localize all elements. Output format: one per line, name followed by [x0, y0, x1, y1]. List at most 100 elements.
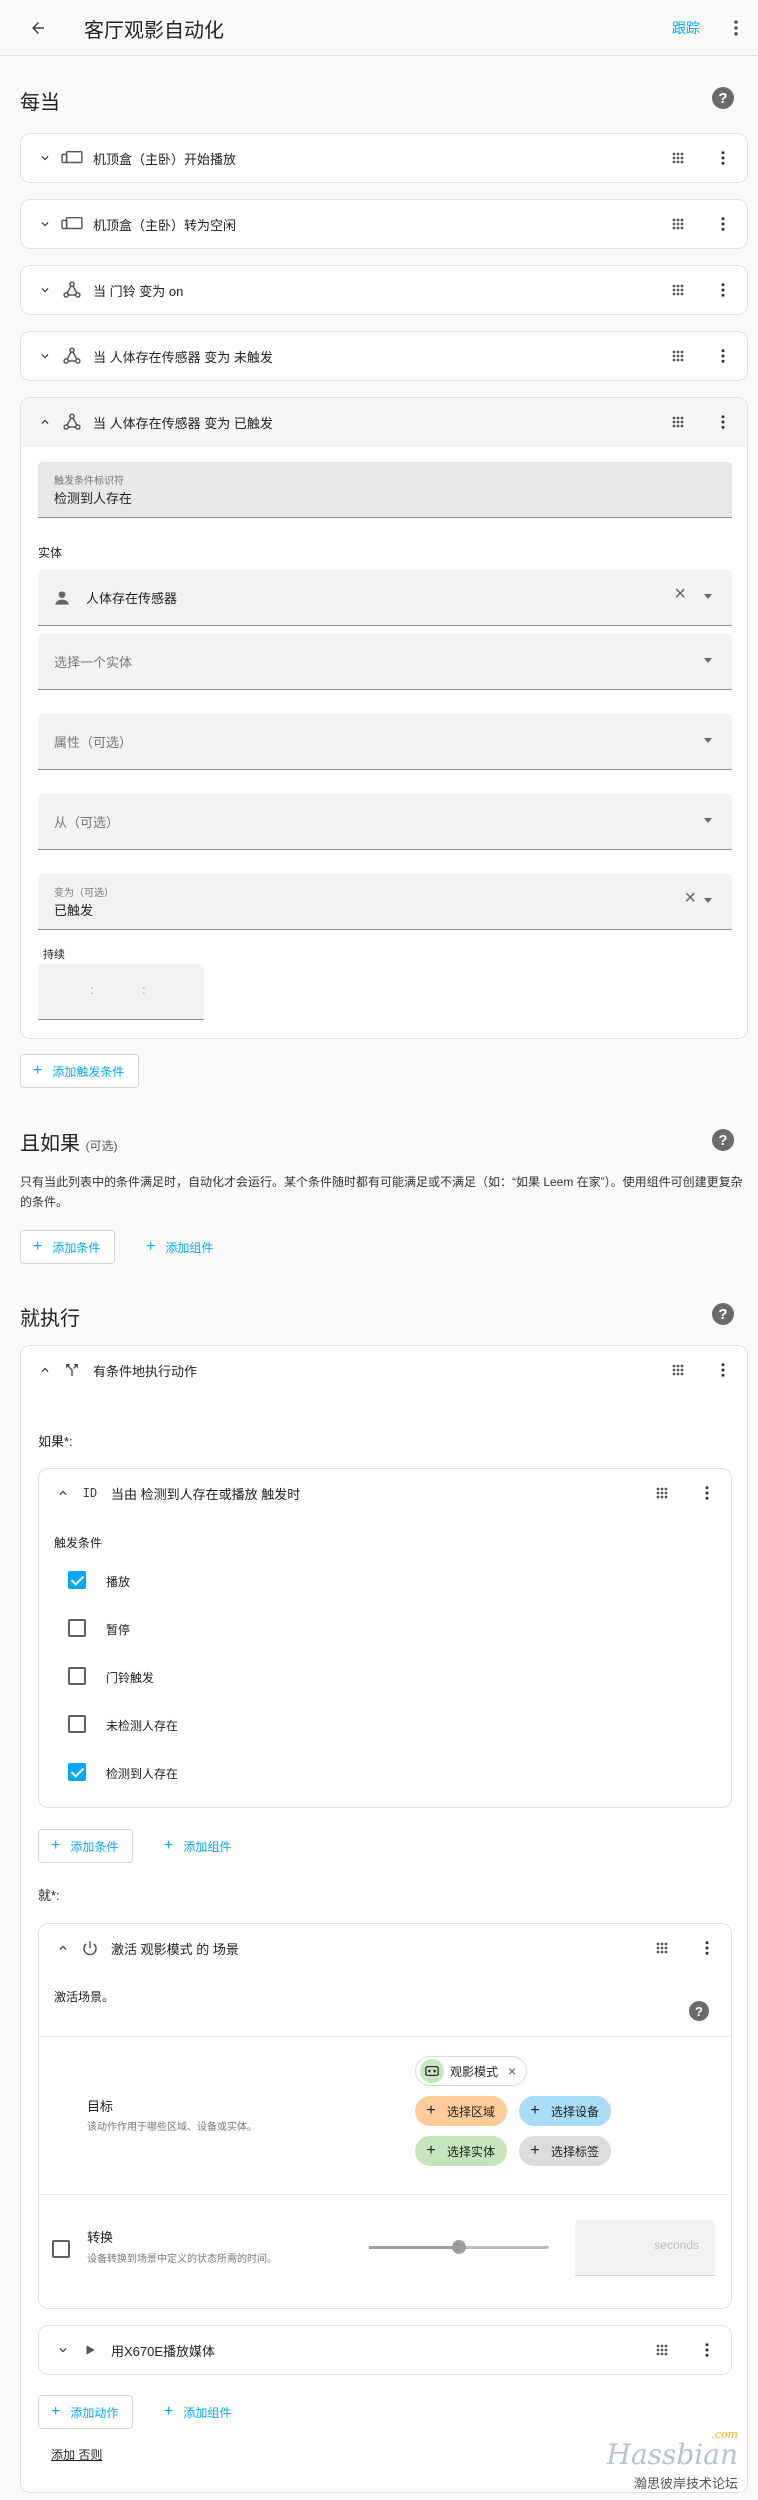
- drag-handle-icon[interactable]: [651, 1937, 673, 1959]
- scene-action-card: 激活 观影模式 的 场景 激活场景。 ? 目标 该动作作用于哪些区域、设备或实体…: [38, 1923, 732, 2309]
- more-vert-icon[interactable]: [711, 344, 735, 368]
- state-trigger-icon: [59, 344, 85, 368]
- target-chip[interactable]: 观影模式 ×: [415, 2056, 528, 2086]
- add-condition-button[interactable]: + 添加条件: [20, 1230, 116, 1264]
- add-block-button[interactable]: + 添加组件: [164, 2395, 231, 2429]
- from-select-field[interactable]: 从（可选）: [38, 794, 732, 850]
- to-select-field[interactable]: 变为（可选） 已触发 ×: [38, 874, 732, 930]
- dropdown-arrow-icon[interactable]: [704, 738, 712, 743]
- more-vert-icon[interactable]: [711, 1358, 735, 1382]
- add-action-label: 添加动作: [70, 2405, 119, 2420]
- more-vert-icon[interactable]: [711, 410, 735, 434]
- chevron-up-icon[interactable]: [51, 1481, 75, 1505]
- transition-title: 转换: [87, 2230, 114, 2245]
- target-title: 目标: [87, 2099, 114, 2114]
- clear-icon[interactable]: ×: [684, 888, 696, 908]
- drag-handle-icon[interactable]: [667, 1359, 689, 1381]
- add-block-button[interactable]: + 添加组件: [164, 1829, 231, 1863]
- trigger-row[interactable]: 当 门铃 变为 on: [20, 265, 748, 315]
- scene-description: 激活场景。: [54, 1990, 115, 2004]
- more-vert-icon[interactable]: [711, 278, 735, 302]
- back-arrow-icon[interactable]: [26, 16, 50, 40]
- choose-device-chip[interactable]: + 选择设备: [519, 2096, 612, 2126]
- chevron-down-icon[interactable]: [33, 278, 57, 302]
- transition-slider[interactable]: [369, 2240, 549, 2254]
- chevron-up-icon[interactable]: [33, 1358, 57, 1382]
- dropdown-arrow-icon[interactable]: [704, 594, 712, 599]
- checkbox[interactable]: [68, 1619, 86, 1637]
- dropdown-arrow-icon[interactable]: [704, 818, 712, 823]
- checkbox[interactable]: [68, 1571, 86, 1589]
- more-vert-icon[interactable]: [711, 146, 735, 170]
- drag-handle-icon[interactable]: [667, 279, 689, 301]
- more-vert-icon[interactable]: [695, 1481, 719, 1505]
- more-vert-icon[interactable]: [711, 212, 735, 236]
- drag-handle-icon[interactable]: [651, 2339, 673, 2361]
- entity-section-label: 实体: [38, 546, 63, 560]
- add-else-link[interactable]: 添加 否则: [51, 2446, 102, 2463]
- transition-description: 设备转换到场景中定义的状态所需的时间。: [87, 2254, 277, 2265]
- unit-label: seconds: [654, 2238, 699, 2252]
- entity-picker[interactable]: 人体存在传感器 ×: [38, 570, 732, 626]
- trace-link[interactable]: 跟踪: [672, 18, 700, 38]
- clear-icon[interactable]: ×: [674, 584, 686, 604]
- plus-icon: +: [426, 2142, 436, 2159]
- chevron-down-icon[interactable]: [51, 2338, 75, 2362]
- watermark-brand: Hassbian: [606, 2438, 738, 2471]
- attribute-select-field[interactable]: 属性（可选）: [38, 714, 732, 770]
- slider-handle[interactable]: [452, 2240, 466, 2254]
- chevron-down-icon[interactable]: [33, 146, 57, 170]
- add-trigger-button[interactable]: + 添加触发条件: [20, 1054, 140, 1088]
- scene-icon: [420, 2059, 444, 2083]
- help-icon[interactable]: ?: [689, 2001, 709, 2021]
- duration-input[interactable]: : :: [38, 964, 204, 1020]
- add-condition-button[interactable]: + 添加条件: [38, 1829, 134, 1863]
- chevron-down-icon[interactable]: [33, 344, 57, 368]
- checkbox-label: 播放: [106, 1575, 131, 1589]
- more-vert-icon[interactable]: [695, 1936, 719, 1960]
- entity-select-field[interactable]: 选择一个实体: [38, 634, 732, 690]
- choose-area-chip[interactable]: + 选择区域: [415, 2096, 508, 2126]
- checkbox-label: 门铃触发: [106, 1671, 155, 1685]
- drag-handle-icon[interactable]: [651, 1482, 673, 1504]
- help-icon[interactable]: ?: [712, 1303, 734, 1325]
- help-icon[interactable]: ?: [712, 87, 734, 109]
- transition-checkbox[interactable]: [52, 2240, 70, 2258]
- trigger-id-field[interactable]: 触发条件标识符 检测到人存在: [38, 462, 732, 518]
- add-block-button[interactable]: + 添加组件: [146, 1230, 213, 1264]
- plus-icon: +: [530, 2142, 540, 2159]
- chevron-up-icon[interactable]: [33, 410, 57, 434]
- more-vert-icon[interactable]: [695, 2338, 719, 2362]
- trigger-row[interactable]: 机顶盒（主卧）开始播放: [20, 133, 748, 183]
- more-vert-icon[interactable]: [724, 16, 748, 40]
- dropdown-arrow-icon[interactable]: [704, 658, 712, 663]
- remove-icon[interactable]: ×: [508, 2063, 516, 2079]
- duration-separator: :: [90, 982, 94, 997]
- checkbox[interactable]: [68, 1763, 86, 1781]
- entity-value: 人体存在传感器: [86, 591, 178, 606]
- help-icon[interactable]: ?: [712, 1129, 734, 1151]
- drag-handle-icon[interactable]: [667, 213, 689, 235]
- trigger-label: 机顶盒（主卧）转为空闲: [93, 218, 237, 233]
- media-action-row[interactable]: 用X670E播放媒体: [38, 2325, 732, 2375]
- trigger-row[interactable]: 机顶盒（主卧）转为空闲: [20, 199, 748, 249]
- transition-seconds-input[interactable]: seconds: [575, 2220, 715, 2276]
- actions-title: 就执行: [20, 1308, 80, 1330]
- dropdown-arrow-icon[interactable]: [704, 898, 712, 903]
- trigger-label: 机顶盒（主卧）开始播放: [93, 152, 237, 167]
- drag-handle-icon[interactable]: [667, 411, 689, 433]
- drag-handle-icon[interactable]: [667, 147, 689, 169]
- field-label: 触发条件标识符: [54, 476, 124, 487]
- checkbox[interactable]: [68, 1667, 86, 1685]
- trigger-row[interactable]: 当 人体存在传感器 变为 未触发: [20, 331, 748, 381]
- add-action-button[interactable]: + 添加动作: [38, 2395, 134, 2429]
- chevron-down-icon[interactable]: [33, 212, 57, 236]
- choose-entity-chip[interactable]: + 选择实体: [415, 2136, 508, 2166]
- condition-label: 当由 检测到人存在或播放 触发时: [111, 1487, 301, 1502]
- chevron-up-icon[interactable]: [51, 1936, 75, 1960]
- call-split-icon: [59, 1358, 85, 1382]
- choose-label-chip[interactable]: + 选择标签: [519, 2136, 612, 2166]
- checkbox[interactable]: [68, 1715, 86, 1733]
- play-icon: [77, 2338, 103, 2362]
- drag-handle-icon[interactable]: [667, 345, 689, 367]
